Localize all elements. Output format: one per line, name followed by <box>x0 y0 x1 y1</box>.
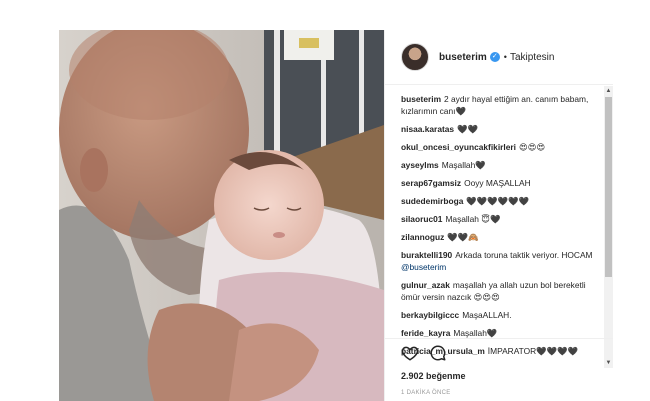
comment-username[interactable]: feride_kayra <box>401 328 450 338</box>
comments-scrollbar[interactable]: ▲ ▼ <box>604 86 613 368</box>
scroll-thumb[interactable] <box>605 97 612 277</box>
comment-text: 🖤🖤 <box>457 124 478 134</box>
comment-item: nisaa.karatas 🖤🖤 <box>401 123 601 135</box>
comment-item: gulnur_azak maşallah ya allah uzun bol be… <box>401 279 601 303</box>
comment-text: Maşallah🖤 <box>453 328 498 338</box>
comment-text: Maşallah 😇🖤 <box>445 214 501 224</box>
action-icons <box>401 344 597 367</box>
avatar[interactable] <box>401 43 429 71</box>
comment-item: buraktelli190 Arkada toruna taktik veriyo… <box>401 249 601 273</box>
comment-username[interactable]: buraktelli190 <box>401 250 452 260</box>
comment-username[interactable]: serap67gamsiz <box>401 178 461 188</box>
comment-username[interactable]: gulnur_azak <box>401 280 450 290</box>
likes-count[interactable]: 2.902 beğenme <box>401 371 597 381</box>
comment-username[interactable]: berkaybilgiccc <box>401 310 459 320</box>
comment-item: sudedemirboga 🖤🖤🖤🖤🖤🖤 <box>401 195 601 207</box>
comment-item: okul_oncesi_oyuncakfikirleri 😍😍😍 <box>401 141 601 153</box>
comment-username[interactable]: buseterim <box>401 94 441 104</box>
comment-username[interactable]: zilannoguz <box>401 232 444 242</box>
comment-text: 😍😍😍 <box>518 142 546 152</box>
comment-item: zilannoguz 🖤🖤🙈 <box>401 231 601 243</box>
comment-item: silaoruc01 Maşallah 😇🖤 <box>401 213 601 225</box>
verified-badge-icon: ✓ <box>489 52 500 62</box>
comment-username[interactable]: nisaa.karatas <box>401 124 454 134</box>
post-photo[interactable] <box>59 30 384 401</box>
post-timestamp: 1 DAKİKA ÖNCE <box>401 390 451 396</box>
separator-dot: • <box>503 52 507 62</box>
comment-item: buseterim 2 aydır hayal ettiğim an. canım… <box>401 93 601 117</box>
scroll-up-arrow-icon[interactable]: ▲ <box>604 86 613 96</box>
comment-username[interactable]: ayseylms <box>401 160 439 170</box>
comment-text: Maşallah🖤 <box>441 160 486 170</box>
post-actions: 2.902 beğenme 1 DAKİKA ÖNCE <box>385 338 613 396</box>
comment-text: MaşaALLAH. <box>462 310 512 320</box>
comment-text: 🖤🖤🙈 <box>447 232 479 242</box>
comment-text: Ooyy MAŞALLAH <box>464 178 531 188</box>
post-side-panel: buseterim ✓ • Takiptesin buseterim 2 aydı… <box>384 30 613 401</box>
comment-item: ayseylms Maşallah🖤 <box>401 159 601 171</box>
comment-item: berkaybilgiccc MaşaALLAH. <box>401 309 601 321</box>
comment-username[interactable]: silaoruc01 <box>401 214 442 224</box>
comment-item: serap67gamsiz Ooyy MAŞALLAH <box>401 177 601 189</box>
comment-username[interactable]: okul_oncesi_oyuncakfikirleri <box>401 142 516 152</box>
comments-list[interactable]: buseterim 2 aydır hayal ettiğim an. canım… <box>385 86 607 368</box>
photo-illustration <box>59 30 384 401</box>
header-username[interactable]: buseterim <box>439 52 487 63</box>
follow-status[interactable]: Takiptesin <box>510 52 554 63</box>
comment-username[interactable]: sudedemirboga <box>401 196 463 206</box>
heart-icon[interactable] <box>401 344 419 367</box>
comment-text: 🖤🖤🖤🖤🖤🖤 <box>466 196 529 206</box>
post-header: buseterim ✓ • Takiptesin <box>385 30 613 85</box>
comment-text: Arkada toruna taktik veriyor. HOCAM <box>455 250 593 260</box>
comment-mention-link[interactable]: @buseterim <box>401 262 446 272</box>
comment-bubble-icon[interactable] <box>429 344 447 367</box>
